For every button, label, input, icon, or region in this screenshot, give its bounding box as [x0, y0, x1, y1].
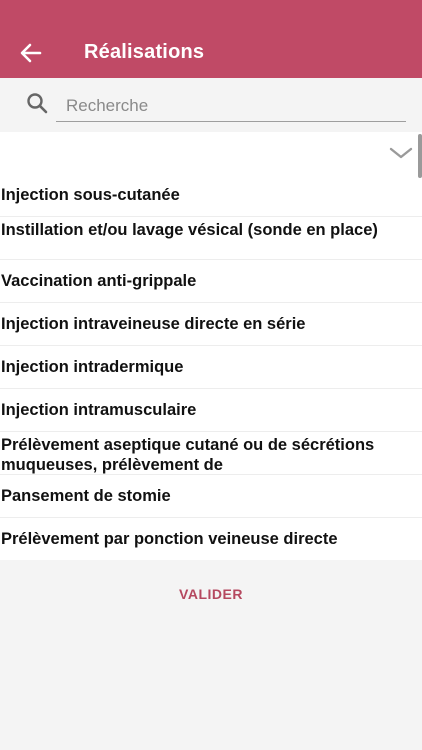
- list-item[interactable]: Prélèvement aseptique cutané ou de sécré…: [0, 432, 422, 475]
- search-icon: [27, 93, 48, 114]
- list-item[interactable]: Prélèvement par ponction veineuse direct…: [0, 518, 422, 560]
- category-dropdown[interactable]: [0, 132, 422, 174]
- list-item[interactable]: Injection intraveineuse directe en série: [0, 303, 422, 346]
- list-item[interactable]: Pansement de stomie: [0, 475, 422, 518]
- search-input[interactable]: [56, 90, 406, 122]
- page-title: Réalisations: [84, 41, 205, 63]
- app-bar: Réalisations: [0, 0, 422, 78]
- list-item[interactable]: Injection sous-cutanée: [0, 174, 422, 217]
- search-bar: [0, 78, 422, 132]
- item-list: Injection sous-cutanée Instillation et/o…: [0, 132, 422, 560]
- list-item[interactable]: Injection intradermique: [0, 346, 422, 389]
- chevron-down-icon: [389, 147, 413, 159]
- back-button[interactable]: [14, 36, 48, 70]
- list-item[interactable]: Instillation et/ou lavage vésical (sonde…: [0, 217, 422, 260]
- validate-button[interactable]: VALIDER: [150, 580, 272, 608]
- footer: VALIDER: [0, 560, 422, 750]
- arrow-left-icon: [20, 43, 42, 63]
- list-item[interactable]: Injection intramusculaire: [0, 389, 422, 432]
- list-item[interactable]: Vaccination anti-grippale: [0, 260, 422, 303]
